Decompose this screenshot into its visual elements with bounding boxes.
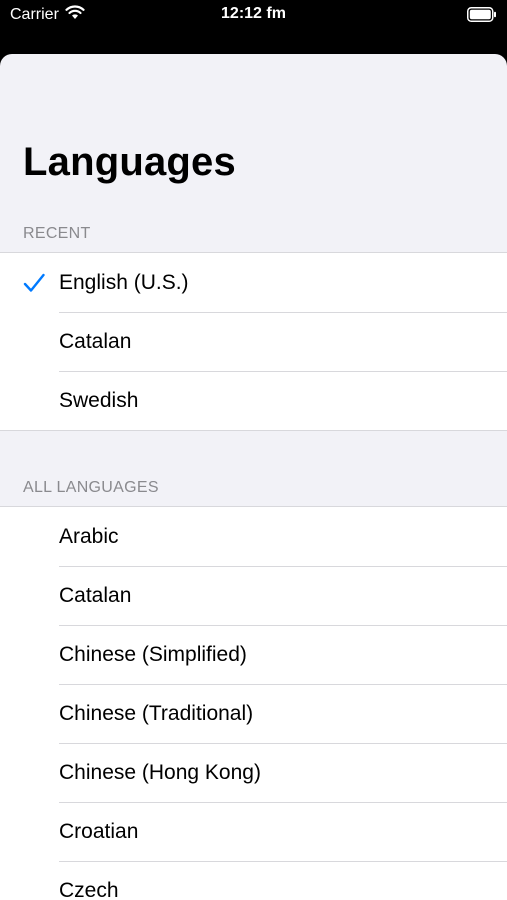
all-languages-list: Arabic Catalan Chinese (Simplified) Chin… [0,506,507,900]
language-label: Swedish [59,388,139,412]
status-time: 12:12 fm [221,5,286,22]
language-row-chinese-simplified[interactable]: Chinese (Simplified) [0,625,507,684]
language-label: Catalan [59,583,132,607]
language-row-swedish[interactable]: Swedish [0,371,507,430]
language-label: Czech [59,878,119,900]
section-header-all-languages: ALL LANGUAGES [23,479,159,496]
languages-sheet: Languages RECENT English (U.S.) Catalan … [0,54,507,900]
language-row-chinese-traditional[interactable]: Chinese (Traditional) [0,684,507,743]
language-row-croatian[interactable]: Croatian [0,802,507,861]
language-row-arabic[interactable]: Arabic [0,507,507,566]
checkmark-icon [23,273,45,293]
section-header-recent: RECENT [23,225,91,242]
language-label: English (U.S.) [59,270,189,294]
language-label: Chinese (Hong Kong) [59,760,261,784]
language-row-chinese-hong-kong[interactable]: Chinese (Hong Kong) [0,743,507,802]
language-label: Catalan [59,329,132,353]
status-bar: Carrier 12:12 fm [0,0,507,30]
language-label: Arabic [59,524,119,548]
language-label: Chinese (Simplified) [59,642,247,666]
language-label: Croatian [59,819,139,843]
battery-icon [467,7,497,22]
language-row-czech[interactable]: Czech [0,861,507,900]
language-row-english-us[interactable]: English (U.S.) [0,253,507,312]
language-label: Chinese (Traditional) [59,701,254,725]
recent-languages-list: English (U.S.) Catalan Swedish [0,252,507,431]
language-row-catalan-recent[interactable]: Catalan [0,312,507,371]
page-title: Languages [23,140,236,184]
language-row-catalan[interactable]: Catalan [0,566,507,625]
